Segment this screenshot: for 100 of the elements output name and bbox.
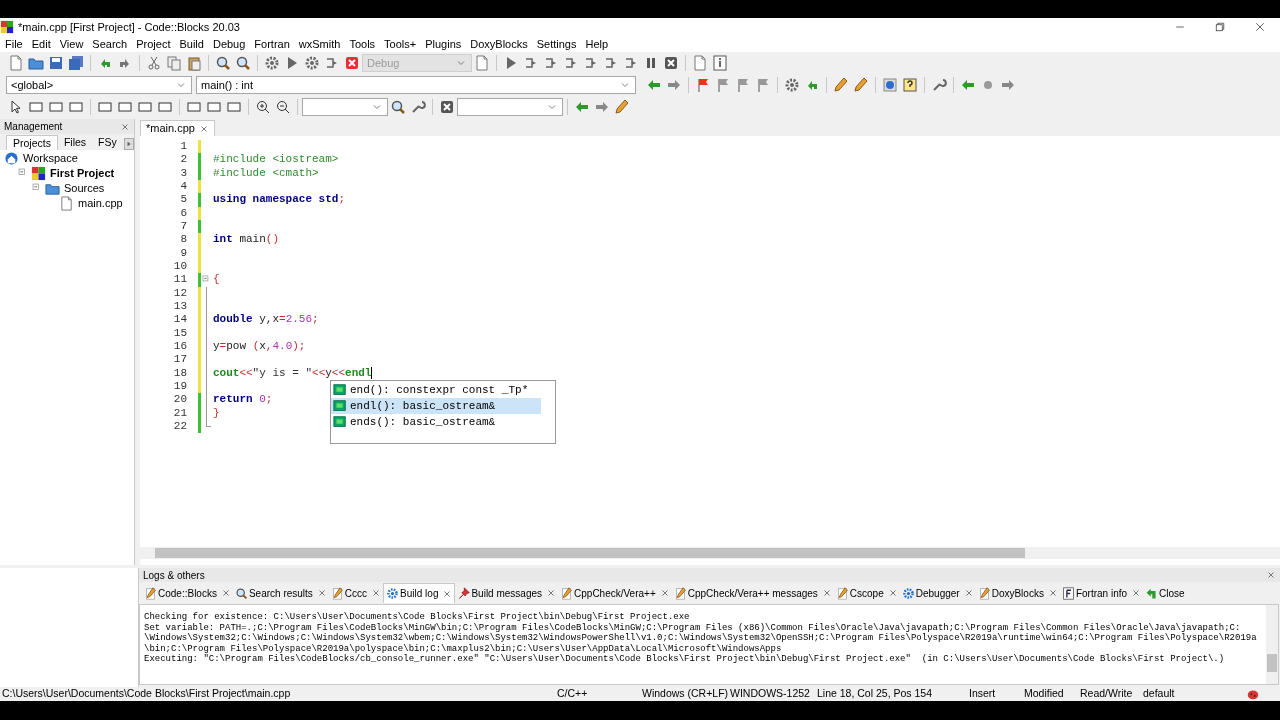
copy-icon[interactable] [166,55,182,71]
stop-icon[interactable] [663,55,679,71]
search-icon[interactable] [235,55,251,71]
line-number: 8 [179,233,187,247]
rectangle-icon[interactable] [48,99,64,115]
flag-icon[interactable] [695,77,711,93]
menu-item[interactable]: Tools [349,35,376,53]
menu-item[interactable]: Project [136,35,171,53]
paste-icon[interactable] [186,55,202,71]
gear-icon[interactable] [304,55,320,71]
pencil-icon[interactable] [614,99,630,115]
right-arrow-icon[interactable] [666,77,682,93]
panel-title: Management [4,120,63,134]
menu-item[interactable]: Search [92,35,128,53]
close-icon[interactable] [1047,588,1058,598]
code-line: cout<<"y is = "<<y<<endl [213,366,372,380]
close-icon[interactable] [220,588,231,598]
code-line: y=pow (x,4.0); [213,340,306,354]
autocomplete-item[interactable]: endl(): basic_ostream& [331,397,541,414]
log-line: Set variable: PATH=.;C:\Program Files\CodeBlocks\MinGW\bin;C:\Program Files\CodeBlocks\MinGW;C:\Program Files (x86)\Common Files\Oracle\Java\javapath;C:\Program Files\Common Files\Oracle\Java\javapath;C: [144,622,1242,633]
rectangle-icon[interactable] [226,99,242,115]
gear-icon[interactable] [784,77,800,93]
help-icon[interactable] [902,77,918,93]
code-line: #include <iostream> [213,153,339,167]
wrench-icon[interactable] [931,77,947,93]
panel-tab[interactable]: Projects [6,135,58,150]
close-icon[interactable] [1254,21,1266,33]
rectangle-icon[interactable] [68,99,84,115]
info-icon[interactable] [712,55,728,71]
tree-item[interactable]: main.cpp [76,195,123,212]
search-icon[interactable] [390,99,406,115]
close-icon[interactable] [963,588,974,598]
arrow-icon [1145,586,1159,600]
close-icon[interactable] [1131,588,1142,598]
close-icon[interactable] [198,123,209,134]
save-all-icon[interactable] [68,55,84,71]
rectangle-icon[interactable] [137,99,153,115]
close-icon[interactable] [821,588,832,598]
line-number: 11 [172,273,187,287]
fold-icon[interactable] [202,274,212,285]
folder-icon [45,181,60,196]
wrench-icon[interactable] [410,99,426,115]
close-icon[interactable] [120,121,130,132]
gear-icon[interactable] [264,55,280,71]
autocomplete-item[interactable]: ends(): basic_ostream& [331,413,541,430]
close-icon[interactable] [316,588,327,598]
rectangle-icon[interactable] [186,99,202,115]
menu-item[interactable]: Settings [536,35,577,53]
menu-item[interactable]: DoxyBlocks [470,35,528,53]
menu-item[interactable]: Build [179,35,204,53]
pencil-icon [144,586,157,600]
menu-item[interactable]: Help [585,35,609,53]
editor-tab[interactable]: *main.cpp [140,120,215,136]
tree-item[interactable]: Workspace [21,150,78,167]
right-arrow-icon[interactable] [594,99,610,115]
close-icon[interactable] [1266,570,1276,580]
zoom-in-icon[interactable] [255,99,271,115]
log-tab[interactable]: Build log [383,583,456,603]
vertical-scrollbar[interactable] [1266,605,1278,684]
tree-item[interactable]: First Project [48,165,115,182]
rectangle-icon[interactable] [117,99,133,115]
file-icon [59,196,74,211]
rectangle-icon[interactable] [157,99,173,115]
scroll-right-button[interactable] [124,138,134,150]
menu-item[interactable]: Debug [212,35,246,53]
horizontal-scrollbar[interactable] [140,547,1280,559]
search-icon[interactable] [215,55,231,71]
menu-item[interactable]: View [59,35,84,53]
menu-item[interactable]: Plugins [425,35,462,53]
save-icon[interactable] [48,55,64,71]
rectangle-icon[interactable] [206,99,222,115]
flag-icon[interactable] [755,77,771,93]
clear-icon[interactable] [439,99,455,115]
close-icon[interactable] [659,588,670,598]
pencil-icon [560,586,574,600]
flag-icon[interactable] [715,77,731,93]
zoom-out-icon[interactable] [275,99,291,115]
page-icon[interactable] [474,55,490,71]
circle-box-icon[interactable] [882,77,898,93]
close-icon[interactable] [371,588,382,598]
open-folder-icon[interactable] [28,55,44,71]
menu-item[interactable]: wxSmith [298,35,341,53]
autocomplete-item[interactable]: end(): constexpr const _Tp* [331,381,541,398]
close-icon[interactable] [887,588,898,598]
tree-item[interactable]: Sources [62,180,105,197]
close-icon[interactable] [442,588,453,599]
page-icon[interactable] [692,55,708,71]
insert-mode-label: Insert [968,686,997,702]
new-file-icon[interactable] [8,55,24,71]
right-arrow-icon[interactable] [1000,77,1016,93]
restore-icon[interactable] [1214,21,1226,33]
close-icon[interactable] [546,588,557,598]
rectangle-icon[interactable] [97,99,113,115]
menu-item[interactable]: Tools+ [384,35,417,53]
cut-icon[interactable] [146,55,162,71]
menu-item[interactable]: Edit [31,35,51,53]
menu-item[interactable]: Fortran [254,35,290,53]
stop-icon[interactable] [344,55,360,71]
menu-item[interactable]: File [5,35,23,53]
flag-icon[interactable] [735,77,751,93]
